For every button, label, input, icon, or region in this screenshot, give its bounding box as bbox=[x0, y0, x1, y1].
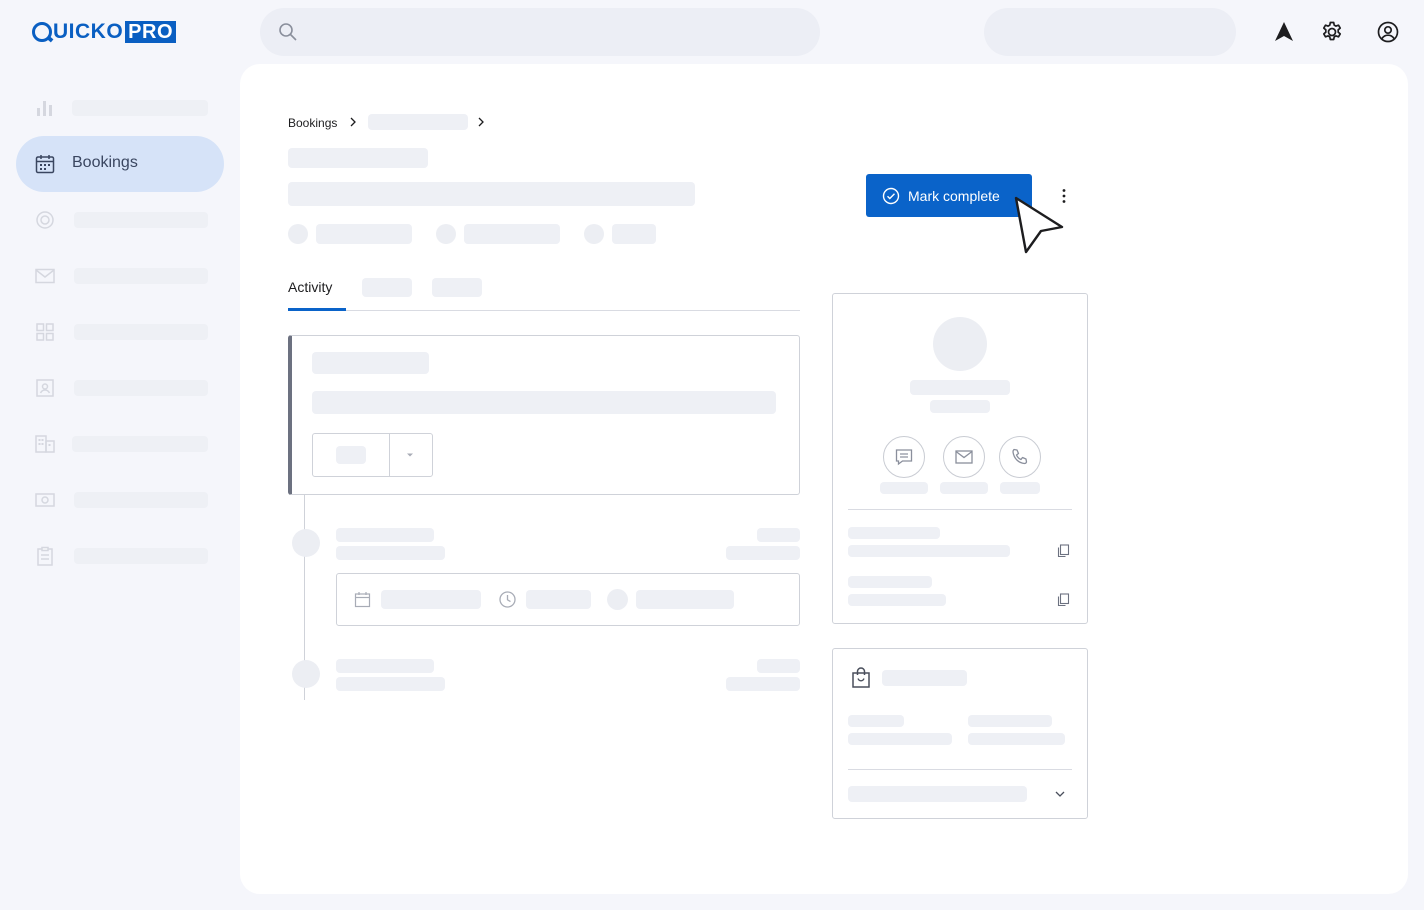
mark-complete-button[interactable]: Mark complete bbox=[866, 174, 1032, 217]
app-logo[interactable]: UICKO PRO bbox=[32, 20, 177, 44]
sidebar-item-placeholder[interactable] bbox=[72, 436, 208, 452]
sidebar-item-label: Bookings bbox=[72, 154, 138, 171]
meta-text-placeholder bbox=[316, 224, 412, 244]
building-icon[interactable] bbox=[34, 433, 56, 455]
timeline-node bbox=[292, 529, 320, 557]
meta-text-placeholder bbox=[612, 224, 656, 244]
order-field-label-placeholder bbox=[968, 715, 1052, 727]
navigation-arrow-icon[interactable] bbox=[1272, 20, 1296, 44]
order-expand-placeholder[interactable] bbox=[848, 786, 1027, 802]
sidebar-item-placeholder[interactable] bbox=[74, 324, 208, 340]
tab-divider bbox=[288, 310, 800, 311]
sidebar-item-placeholder[interactable] bbox=[74, 548, 208, 564]
order-title-placeholder bbox=[882, 670, 967, 686]
logo-q-mark bbox=[32, 22, 52, 42]
subtitle-placeholder bbox=[288, 148, 428, 168]
sidebar-item-placeholder[interactable] bbox=[72, 100, 208, 116]
contact-role-placeholder bbox=[930, 400, 990, 413]
caret-down-icon[interactable] bbox=[405, 451, 415, 459]
avatar-placeholder bbox=[607, 589, 628, 610]
meta-text-placeholder bbox=[464, 224, 560, 244]
field-label-placeholder bbox=[848, 527, 940, 539]
mark-complete-label: Mark complete bbox=[908, 187, 1000, 204]
sidebar-item-bookings[interactable]: Bookings bbox=[16, 136, 224, 192]
logo-pro-badge: PRO bbox=[125, 21, 177, 43]
sidebar-item-placeholder[interactable] bbox=[74, 212, 208, 228]
composer-title-placeholder bbox=[312, 352, 429, 374]
timeline-meta-placeholder bbox=[757, 659, 800, 673]
top-placeholder[interactable] bbox=[984, 8, 1236, 56]
action-label-placeholder bbox=[1000, 482, 1040, 494]
order-field-value-placeholder bbox=[848, 733, 952, 745]
logo-text: UICKO bbox=[53, 20, 124, 43]
split-button-divider bbox=[389, 434, 390, 476]
tab-placeholder[interactable] bbox=[362, 278, 412, 297]
action-label-placeholder bbox=[880, 482, 928, 494]
breadcrumb-bookings-link[interactable]: Bookings bbox=[288, 116, 337, 130]
field-value-placeholder bbox=[848, 594, 946, 606]
composer-input-placeholder[interactable] bbox=[312, 391, 776, 414]
grid-icon[interactable] bbox=[34, 321, 56, 343]
timeline-meta-placeholder bbox=[726, 546, 800, 560]
gear-icon[interactable] bbox=[1320, 20, 1344, 44]
search-icon bbox=[279, 23, 297, 41]
timeline-subtitle-placeholder bbox=[336, 546, 445, 560]
mouse-cursor-icon bbox=[1014, 196, 1064, 254]
phone-icon bbox=[1012, 448, 1028, 465]
mail-icon[interactable] bbox=[34, 265, 56, 287]
tab-placeholder[interactable] bbox=[432, 278, 482, 297]
target-icon[interactable] bbox=[34, 209, 56, 231]
assignee-placeholder bbox=[636, 590, 734, 609]
field-label-placeholder bbox=[848, 576, 932, 588]
mail-icon bbox=[955, 450, 973, 464]
meta-icon-placeholder bbox=[584, 224, 604, 244]
sidebar-item-placeholder[interactable] bbox=[74, 380, 208, 396]
shopping-bag-icon bbox=[852, 667, 870, 688]
clipboard-icon[interactable] bbox=[34, 545, 56, 567]
cash-icon[interactable] bbox=[34, 489, 56, 511]
meta-icon-placeholder bbox=[288, 224, 308, 244]
copy-icon[interactable] bbox=[1057, 593, 1070, 607]
timeline-title-placeholder bbox=[336, 528, 434, 542]
page-title-placeholder bbox=[288, 182, 695, 206]
sidebar-item-placeholder[interactable] bbox=[74, 492, 208, 508]
chat-icon bbox=[895, 449, 913, 466]
tab-active-indicator bbox=[288, 308, 346, 311]
chevron-down-icon[interactable] bbox=[1054, 789, 1066, 799]
breadcrumb-item-placeholder[interactable] bbox=[368, 114, 468, 130]
user-account-icon[interactable] bbox=[1376, 20, 1400, 44]
action-label-placeholder bbox=[940, 482, 988, 494]
avatar bbox=[933, 317, 987, 371]
search-bar[interactable] bbox=[260, 8, 820, 56]
time-placeholder bbox=[526, 590, 591, 609]
tab-activity[interactable]: Activity bbox=[288, 279, 332, 295]
contact-name-placeholder bbox=[910, 380, 1010, 395]
meta-icon-placeholder bbox=[436, 224, 456, 244]
contact-badge-icon[interactable] bbox=[34, 377, 56, 399]
timeline-title-placeholder bbox=[336, 659, 434, 673]
check-circle-icon bbox=[882, 187, 900, 204]
order-field-label-placeholder bbox=[848, 715, 904, 727]
sidebar-item-placeholder[interactable] bbox=[74, 268, 208, 284]
timeline-meta-placeholder bbox=[726, 677, 800, 691]
order-field-value-placeholder bbox=[968, 733, 1065, 745]
split-button-label-placeholder bbox=[336, 446, 366, 464]
timeline-node bbox=[292, 660, 320, 688]
timeline-subtitle-placeholder bbox=[336, 677, 445, 691]
calendar-icon bbox=[354, 592, 371, 608]
card-divider bbox=[848, 509, 1072, 510]
card-divider bbox=[848, 769, 1072, 770]
timeline-meta-placeholder bbox=[757, 528, 800, 542]
date-placeholder bbox=[381, 590, 481, 609]
chevron-right-icon bbox=[350, 117, 356, 127]
clock-icon bbox=[499, 591, 516, 608]
field-value-placeholder bbox=[848, 545, 1010, 557]
calendar-icon bbox=[35, 155, 55, 174]
analytics-icon[interactable] bbox=[34, 97, 56, 119]
copy-icon[interactable] bbox=[1057, 544, 1070, 558]
chevron-right-icon bbox=[478, 117, 484, 127]
